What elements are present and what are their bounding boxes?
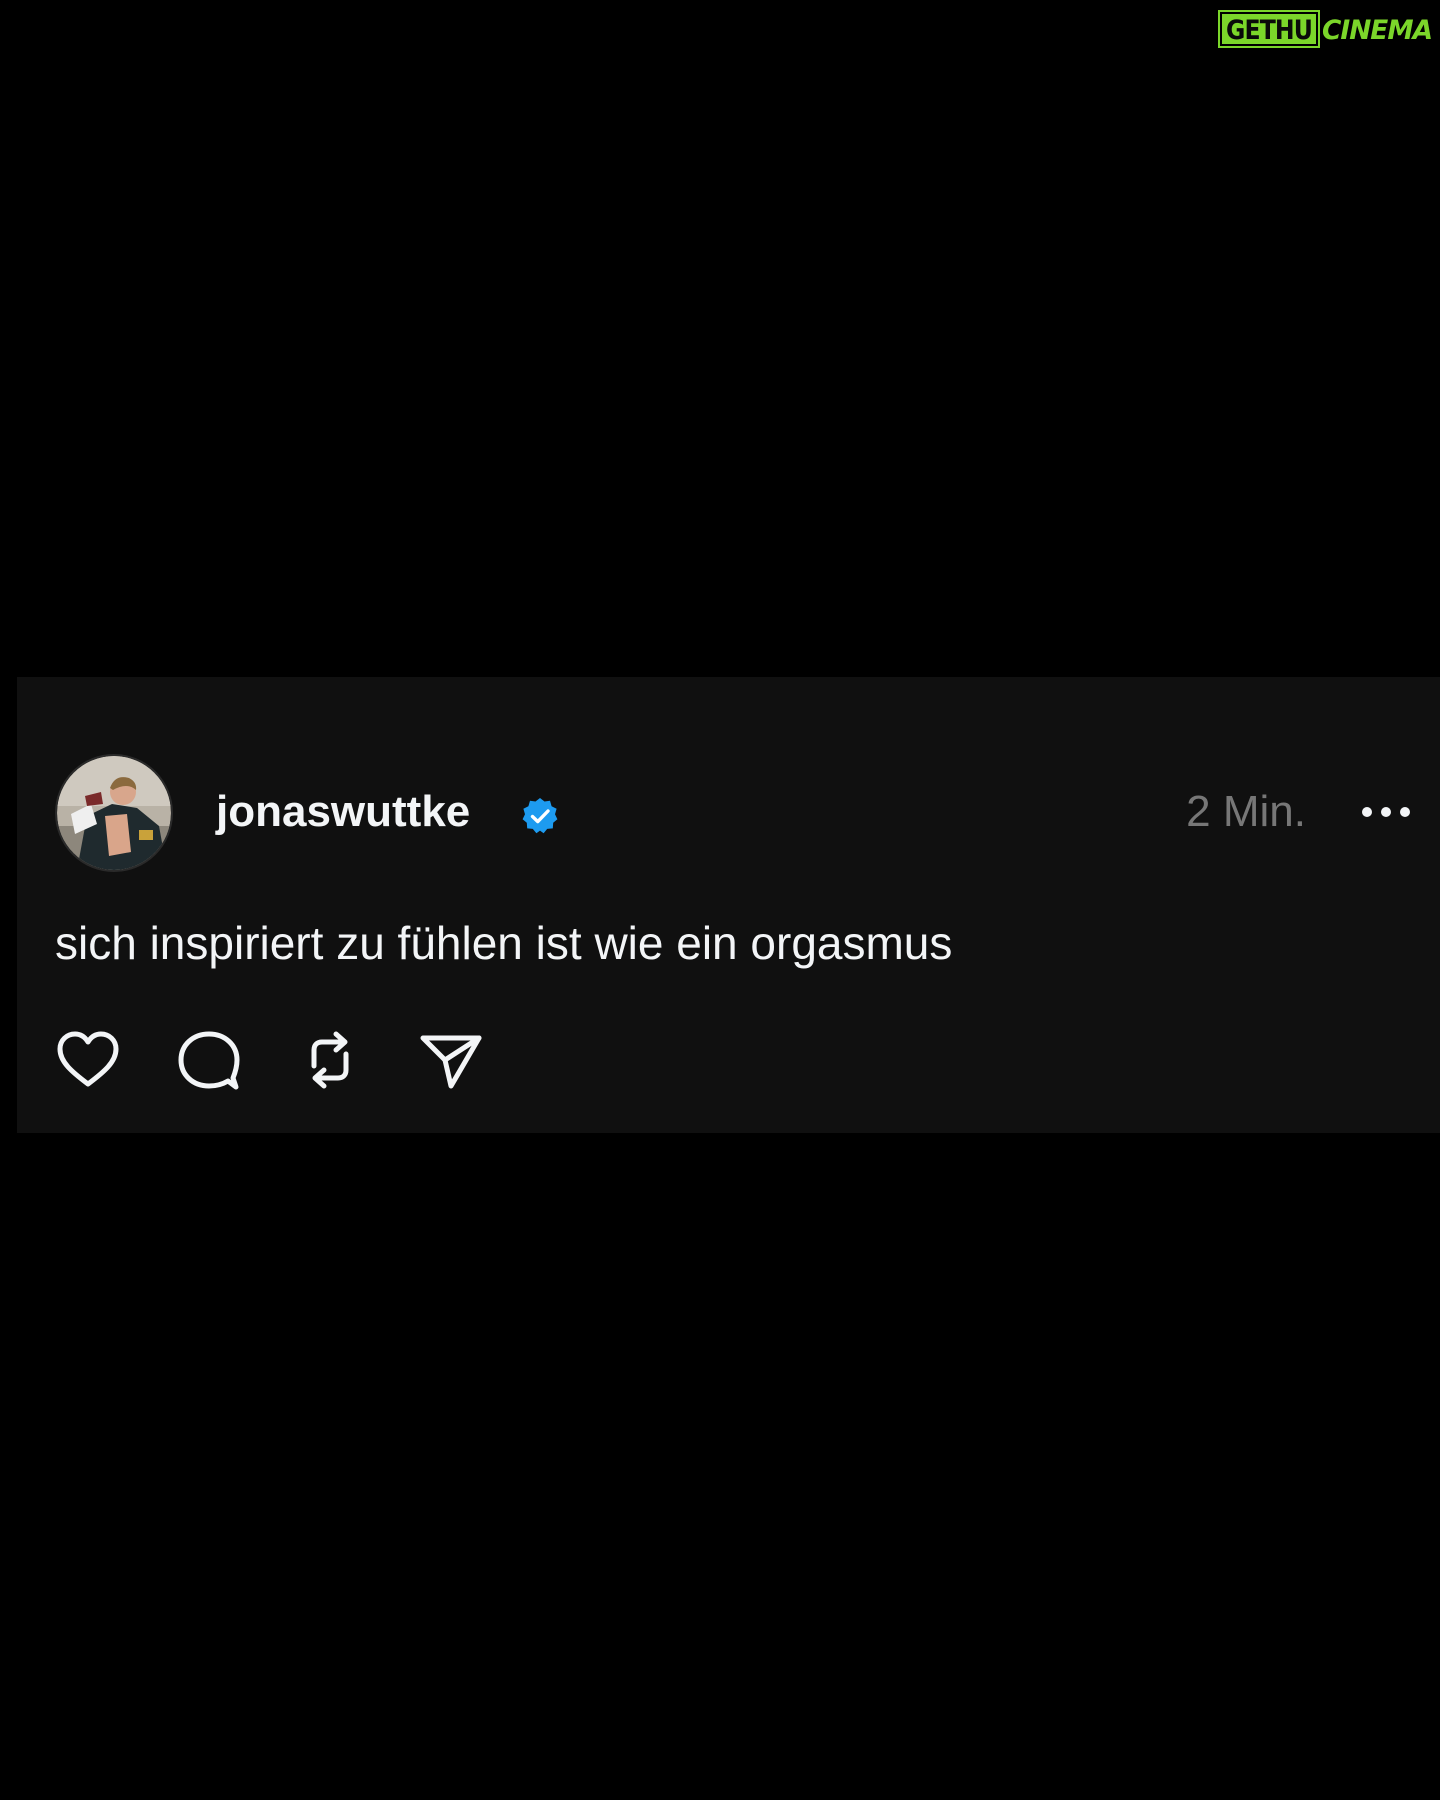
post-body-text: sich inspiriert zu fühlen ist wie ein or… — [55, 917, 953, 969]
more-options-dot — [1400, 807, 1410, 817]
watermark-logo: GETHU CINEMA — [1218, 10, 1434, 48]
more-options-icon — [1362, 807, 1372, 817]
repost-button[interactable] — [295, 1025, 365, 1095]
thread-post-card: jonaswuttke 2 Min. sich inspiriert zu fü… — [17, 677, 1440, 1133]
repost-icon — [311, 1031, 349, 1089]
svg-text:CINEMA: CINEMA — [1322, 15, 1432, 46]
more-options-button[interactable] — [1362, 795, 1410, 829]
heart-icon — [57, 1031, 119, 1087]
verified-badge-icon — [522, 798, 558, 834]
share-button[interactable] — [416, 1025, 486, 1095]
more-options-dot — [1381, 807, 1391, 817]
post-action-bar — [53, 1025, 537, 1095]
comment-icon — [178, 1031, 240, 1090]
avatar[interactable] — [55, 754, 173, 872]
like-button[interactable] — [53, 1025, 123, 1095]
profile-photo-icon — [57, 756, 171, 870]
reply-button[interactable] — [174, 1025, 244, 1095]
send-icon — [420, 1035, 482, 1089]
post-timestamp: 2 Min. — [1186, 787, 1306, 836]
gethu-cinema-logo: GETHU CINEMA — [1218, 10, 1433, 48]
post-author-username[interactable]: jonaswuttke — [216, 786, 470, 838]
svg-text:GETHU: GETHU — [1226, 15, 1312, 46]
